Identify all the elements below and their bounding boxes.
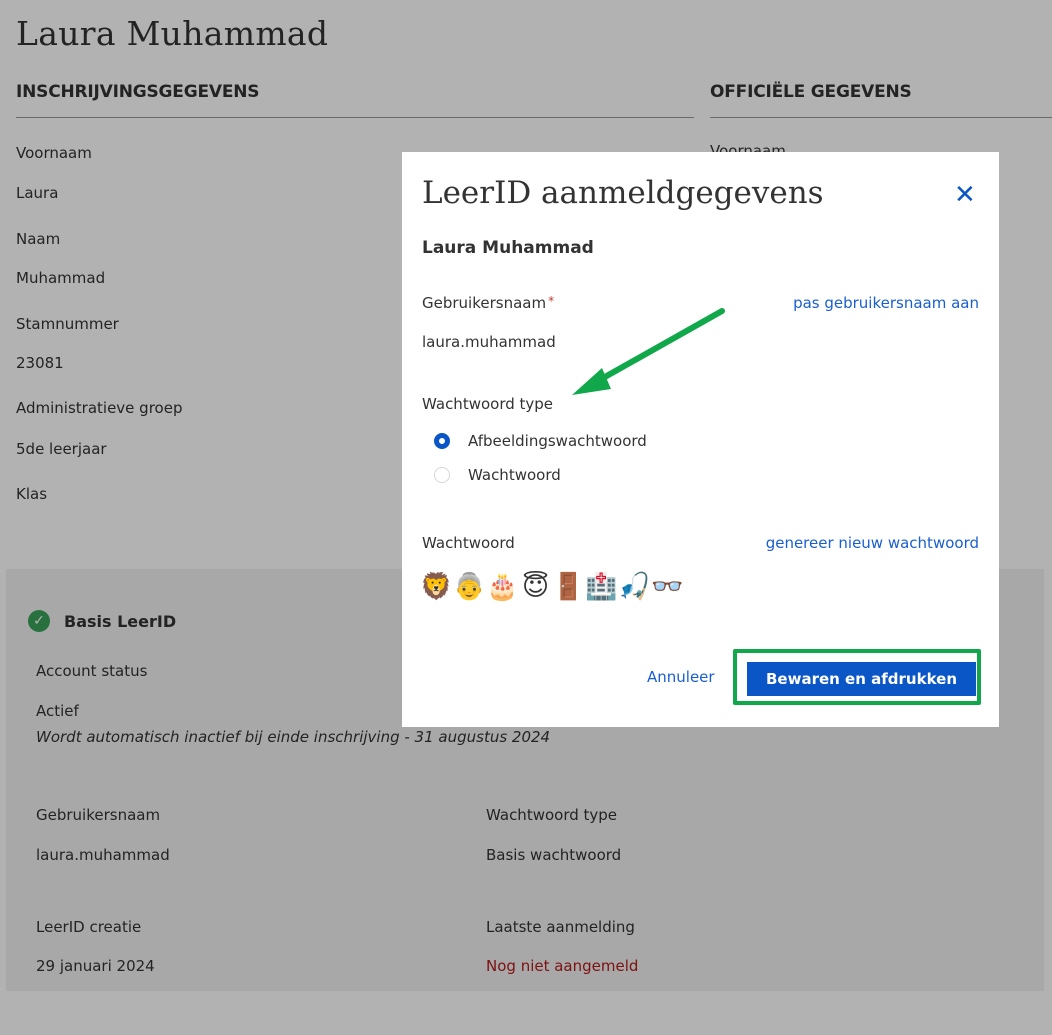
annotation-arrow-icon	[572, 308, 725, 395]
